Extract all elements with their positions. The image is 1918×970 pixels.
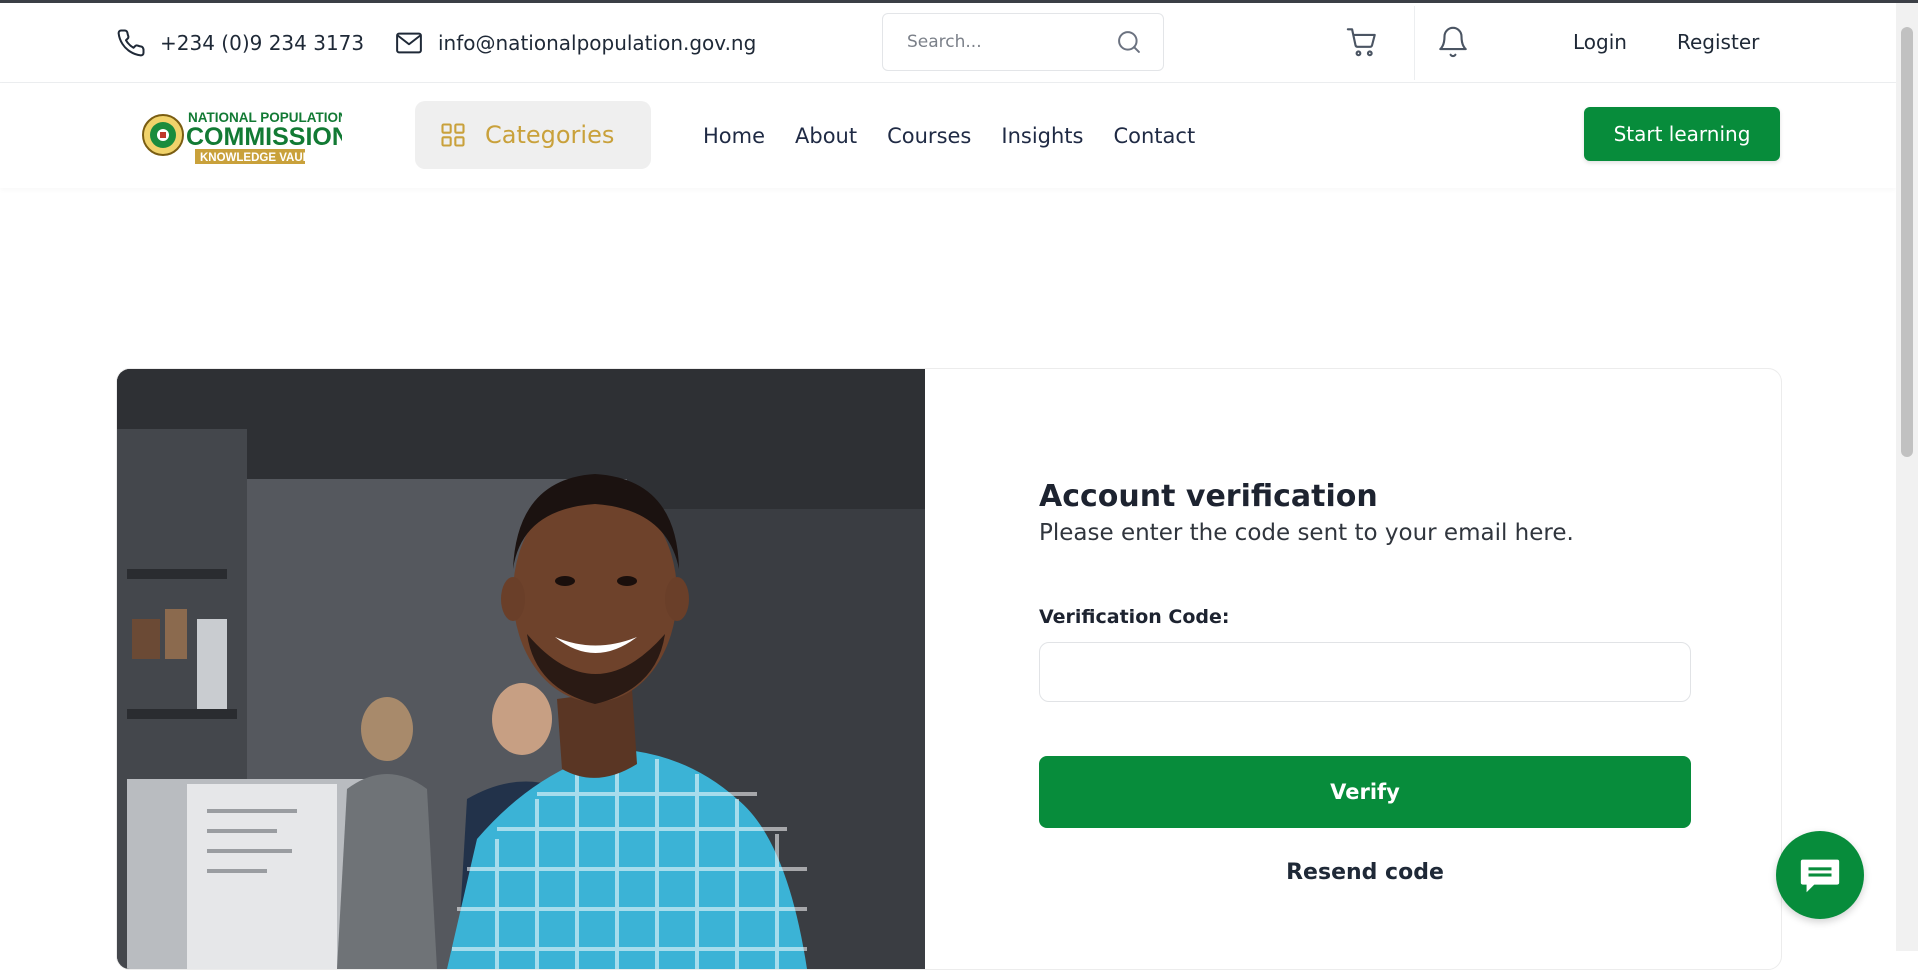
phone-icon bbox=[117, 28, 145, 56]
login-link[interactable]: Login bbox=[1573, 3, 1627, 82]
verification-code-input[interactable] bbox=[1039, 642, 1691, 702]
chat-icon bbox=[1800, 859, 1840, 893]
categories-label: Categories bbox=[485, 121, 615, 149]
mail-icon bbox=[396, 32, 422, 53]
cart-icon[interactable] bbox=[1345, 25, 1379, 59]
nav-link-home[interactable]: Home bbox=[703, 124, 765, 148]
logo-line2: COMMISSION bbox=[186, 123, 342, 151]
verification-code-label: Verification Code: bbox=[1039, 606, 1230, 628]
email-contact[interactable]: info@nationalpopulation.gov.ng bbox=[394, 3, 756, 82]
smiling-man-illustration bbox=[117, 369, 925, 969]
nav-links: Home About Courses Insights Contact bbox=[703, 83, 1195, 188]
page-scrollbar[interactable] bbox=[1896, 3, 1918, 951]
nav-link-contact[interactable]: Contact bbox=[1113, 124, 1195, 148]
top-contact-bar: +234 (0)9 234 3173 info@nationalpopulati… bbox=[0, 3, 1896, 83]
main-navbar: NATIONAL POPULATION COMMISSION KNOWLEDGE… bbox=[0, 83, 1896, 188]
nav-link-courses[interactable]: Courses bbox=[887, 124, 971, 148]
chat-button[interactable] bbox=[1776, 831, 1864, 919]
start-learning-button[interactable]: Start learning bbox=[1584, 107, 1780, 161]
nav-link-about[interactable]: About bbox=[795, 124, 857, 148]
hero-photo bbox=[117, 369, 925, 969]
search-input[interactable] bbox=[883, 14, 1127, 70]
verification-form: Account verification Please enter the co… bbox=[1039, 479, 1691, 885]
npc-logo[interactable]: NATIONAL POPULATION COMMISSION KNOWLEDGE… bbox=[142, 105, 342, 167]
logo-line3: KNOWLEDGE VAULT bbox=[200, 152, 316, 164]
categories-button[interactable]: Categories bbox=[415, 101, 651, 169]
form-subtitle: Please enter the code sent to your email… bbox=[1039, 520, 1574, 546]
topbar-divider bbox=[1414, 6, 1415, 80]
phone-number: +234 (0)9 234 3173 bbox=[160, 30, 365, 55]
email-address: info@nationalpopulation.gov.ng bbox=[438, 30, 757, 55]
nav-link-insights[interactable]: Insights bbox=[1001, 124, 1083, 148]
verification-card: Account verification Please enter the co… bbox=[116, 368, 1782, 970]
scrollbar-thumb[interactable] bbox=[1901, 27, 1913, 457]
register-link[interactable]: Register bbox=[1677, 3, 1759, 82]
search-icon[interactable] bbox=[1115, 28, 1143, 56]
grid-icon bbox=[441, 123, 465, 147]
form-title: Account verification bbox=[1039, 479, 1378, 514]
bell-icon[interactable] bbox=[1436, 25, 1470, 59]
search-box bbox=[882, 13, 1164, 71]
phone-contact[interactable]: +234 (0)9 234 3173 bbox=[116, 3, 364, 82]
resend-code-link[interactable]: Resend code bbox=[1039, 860, 1691, 885]
verify-button[interactable]: Verify bbox=[1039, 756, 1691, 828]
